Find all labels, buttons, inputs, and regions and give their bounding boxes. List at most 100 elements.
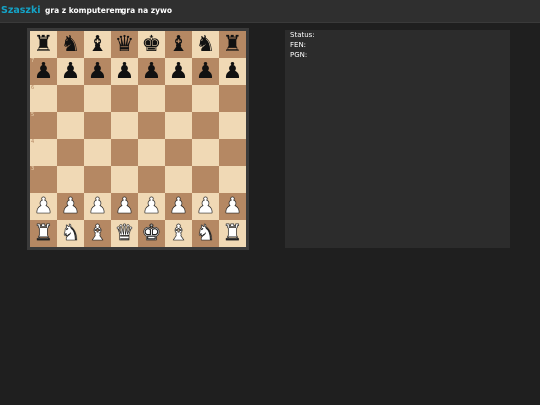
black-pawn-icon[interactable]: ♟ xyxy=(165,58,192,85)
square-d8[interactable]: ♛ xyxy=(111,31,138,58)
square-d2[interactable]: ♟ xyxy=(111,193,138,220)
white-pawn-icon[interactable]: ♟ xyxy=(30,193,57,220)
black-knight-icon[interactable]: ♞ xyxy=(57,31,84,58)
square-a6[interactable]: 6 xyxy=(30,85,57,112)
white-pawn-icon[interactable]: ♟ xyxy=(165,193,192,220)
white-king-icon[interactable]: ♚ xyxy=(138,220,165,247)
black-rook-icon[interactable]: ♜ xyxy=(30,31,57,58)
square-h8[interactable]: ♜ xyxy=(219,31,246,58)
square-a4[interactable]: 4 xyxy=(30,139,57,166)
square-a3[interactable]: 3 xyxy=(30,166,57,193)
square-c6[interactable] xyxy=(84,85,111,112)
square-g3[interactable] xyxy=(192,166,219,193)
black-pawn-icon[interactable]: ♟ xyxy=(138,58,165,85)
square-g7[interactable]: ♟ xyxy=(192,58,219,85)
square-h2[interactable]: ♟ xyxy=(219,193,246,220)
square-f7[interactable]: ♟ xyxy=(165,58,192,85)
black-king-icon[interactable]: ♚ xyxy=(138,31,165,58)
black-pawn-icon[interactable]: ♟ xyxy=(84,58,111,85)
square-e7[interactable]: ♟ xyxy=(138,58,165,85)
square-b3[interactable] xyxy=(57,166,84,193)
black-pawn-icon[interactable]: ♟ xyxy=(57,58,84,85)
black-knight-icon[interactable]: ♞ xyxy=(192,31,219,58)
square-c5[interactable] xyxy=(84,112,111,139)
square-g6[interactable] xyxy=(192,85,219,112)
square-c8[interactable]: ♝ xyxy=(84,31,111,58)
square-f5[interactable] xyxy=(165,112,192,139)
black-pawn-icon[interactable]: ♟ xyxy=(192,58,219,85)
square-b2[interactable]: ♟ xyxy=(57,193,84,220)
square-h4[interactable] xyxy=(219,139,246,166)
square-f4[interactable] xyxy=(165,139,192,166)
white-queen-icon[interactable]: ♛ xyxy=(111,220,138,247)
white-pawn-icon[interactable]: ♟ xyxy=(192,193,219,220)
square-a8[interactable]: ♜ xyxy=(30,31,57,58)
black-pawn-icon[interactable]: ♟ xyxy=(30,58,57,85)
square-g4[interactable] xyxy=(192,139,219,166)
black-rook-icon[interactable]: ♜ xyxy=(219,31,246,58)
black-bishop-icon[interactable]: ♝ xyxy=(165,31,192,58)
square-c2[interactable]: ♟ xyxy=(84,193,111,220)
square-c3[interactable] xyxy=(84,166,111,193)
square-g8[interactable]: ♞ xyxy=(192,31,219,58)
square-f8[interactable]: ♝ xyxy=(165,31,192,58)
square-b1[interactable]: ♞ xyxy=(57,220,84,247)
square-a2[interactable]: ♟ xyxy=(30,193,57,220)
white-pawn-icon[interactable]: ♟ xyxy=(57,193,84,220)
square-f2[interactable]: ♟ xyxy=(165,193,192,220)
square-b5[interactable] xyxy=(57,112,84,139)
square-b6[interactable] xyxy=(57,85,84,112)
white-rook-icon[interactable]: ♜ xyxy=(30,220,57,247)
square-b8[interactable]: ♞ xyxy=(57,31,84,58)
square-c1[interactable]: ♝ xyxy=(84,220,111,247)
square-e2[interactable]: ♟ xyxy=(138,193,165,220)
square-e6[interactable] xyxy=(138,85,165,112)
square-b4[interactable] xyxy=(57,139,84,166)
white-pawn-icon[interactable]: ♟ xyxy=(219,193,246,220)
white-bishop-icon[interactable]: ♝ xyxy=(165,220,192,247)
white-pawn-icon[interactable]: ♟ xyxy=(138,193,165,220)
brand-logo[interactable]: Szaszki xyxy=(1,5,41,17)
black-bishop-icon[interactable]: ♝ xyxy=(84,31,111,58)
square-a5[interactable]: 5 xyxy=(30,112,57,139)
square-g2[interactable]: ♟ xyxy=(192,193,219,220)
black-pawn-icon[interactable]: ♟ xyxy=(111,58,138,85)
square-f1[interactable]: ♝ xyxy=(165,220,192,247)
square-d6[interactable] xyxy=(111,85,138,112)
chessboard[interactable]: ♜ ♞ ♝ ♛ ♚ ♝ ♞ ♜ 7 ♟ ♟ ♟ ♟ ♟ ♟ ♟ ♟ 6 5 4 3 ♟ ♟ ♟ ♟ ♟ ♟ ♟ ♟ ♜ ♞ ♝ ♛ ♚ ♝ ♞ ♜ xyxy=(30,31,246,247)
square-d5[interactable] xyxy=(111,112,138,139)
white-rook-icon[interactable]: ♜ xyxy=(219,220,246,247)
black-pawn-icon[interactable]: ♟ xyxy=(219,58,246,85)
square-e1[interactable]: ♚ xyxy=(138,220,165,247)
square-h3[interactable] xyxy=(219,166,246,193)
square-e3[interactable] xyxy=(138,166,165,193)
white-pawn-icon[interactable]: ♟ xyxy=(111,193,138,220)
white-knight-icon[interactable]: ♞ xyxy=(192,220,219,247)
square-e5[interactable] xyxy=(138,112,165,139)
square-e8[interactable]: ♚ xyxy=(138,31,165,58)
square-h7[interactable]: ♟ xyxy=(219,58,246,85)
square-d4[interactable] xyxy=(111,139,138,166)
square-d3[interactable] xyxy=(111,166,138,193)
square-b7[interactable]: ♟ xyxy=(57,58,84,85)
black-queen-icon[interactable]: ♛ xyxy=(111,31,138,58)
square-h6[interactable] xyxy=(219,85,246,112)
square-g5[interactable] xyxy=(192,112,219,139)
square-f3[interactable] xyxy=(165,166,192,193)
square-h5[interactable] xyxy=(219,112,246,139)
square-g1[interactable]: ♞ xyxy=(192,220,219,247)
white-pawn-icon[interactable]: ♟ xyxy=(84,193,111,220)
square-e4[interactable] xyxy=(138,139,165,166)
square-a7[interactable]: 7 ♟ xyxy=(30,58,57,85)
square-a1[interactable]: ♜ xyxy=(30,220,57,247)
nav-link-computer-game[interactable]: gra z komputerem xyxy=(45,6,122,16)
white-knight-icon[interactable]: ♞ xyxy=(57,220,84,247)
white-bishop-icon[interactable]: ♝ xyxy=(84,220,111,247)
square-d1[interactable]: ♛ xyxy=(111,220,138,247)
square-f6[interactable] xyxy=(165,85,192,112)
square-c7[interactable]: ♟ xyxy=(84,58,111,85)
square-c4[interactable] xyxy=(84,139,111,166)
nav-link-live-game[interactable]: gra na zywo xyxy=(121,6,172,16)
square-d7[interactable]: ♟ xyxy=(111,58,138,85)
square-h1[interactable]: ♜ xyxy=(219,220,246,247)
